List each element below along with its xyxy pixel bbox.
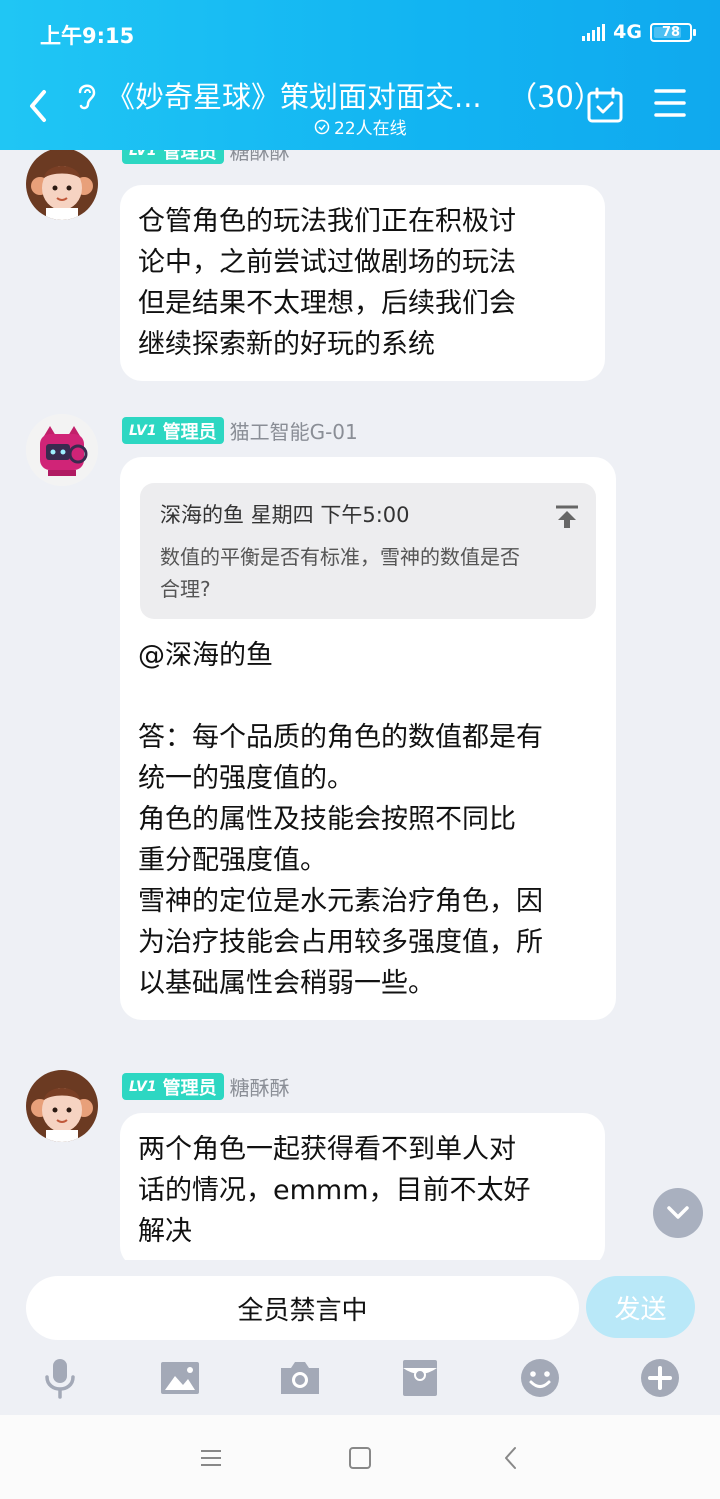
- quoted-message[interactable]: 深海的鱼 星期四 下午5:00 数值的平衡是否有标准，雪神的数值是否 合理?: [140, 483, 596, 619]
- send-button[interactable]: 发送: [586, 1276, 695, 1338]
- sender-name[interactable]: 糖酥酥: [230, 150, 290, 165]
- back-nav-icon[interactable]: [496, 1443, 526, 1473]
- status-icons: 4G 78: [582, 21, 696, 43]
- message-text: @深海的鱼 答：每个品质的角色的数值都是有 统一的强度值的。 角色的属性及技能会…: [138, 640, 543, 999]
- signal-icon: [582, 23, 606, 41]
- message-bubble[interactable]: 仓管角色的玩法我们正在积极讨 论中，之前尝试过做剧场的玩法 但是结果不太理想，后…: [120, 185, 605, 381]
- message-bubble[interactable]: 两个角色一起获得看不到单人对 话的情况，emmm，目前不太好 解决: [120, 1113, 605, 1260]
- battery-icon: 78: [650, 22, 696, 42]
- sender-name[interactable]: 糖酥酥: [230, 1072, 290, 1101]
- microphone-icon[interactable]: [38, 1356, 82, 1400]
- input-area: 全员禁言中 发送: [0, 1260, 720, 1415]
- chat-header: 上午9:15 4G 78 《妙奇星球》策划面对面交... （30） 22人在线: [0, 0, 720, 150]
- emoji-icon[interactable]: [518, 1356, 562, 1400]
- avatar[interactable]: [26, 150, 98, 220]
- quote-text: 数值的平衡是否有标准，雪神的数值是否 合理?: [160, 545, 520, 601]
- message-list[interactable]: LV1 管理员 糖酥酥 仓管角色的玩法我们正在积极讨 论中，之前尝试过做剧场的玩法…: [0, 150, 720, 1260]
- message-meta: LV1 管理员 猫工智能G-01: [122, 416, 358, 445]
- chevron-down-icon: [667, 1206, 689, 1219]
- quote-author: 深海的鱼: [160, 503, 244, 527]
- chat-title[interactable]: 《妙奇星球》策划面对面交...: [106, 74, 482, 116]
- menu-icon[interactable]: [654, 88, 686, 118]
- network-type: 4G: [613, 21, 642, 43]
- menu-nav-icon[interactable]: [196, 1443, 226, 1473]
- camera-icon[interactable]: [278, 1356, 322, 1400]
- message-bubble[interactable]: 深海的鱼 星期四 下午5:00 数值的平衡是否有标准，雪神的数值是否 合理? @…: [120, 457, 616, 1020]
- avatar[interactable]: [26, 414, 98, 486]
- jump-to-top-icon[interactable]: [554, 501, 580, 528]
- quote-time: 星期四 下午5:00: [250, 503, 410, 527]
- sender-name[interactable]: 猫工智能G-01: [230, 416, 358, 445]
- online-check-icon: [314, 119, 330, 134]
- battery-level: 78: [661, 24, 681, 40]
- status-time: 上午9:15: [40, 24, 135, 48]
- system-nav-bar: [0, 1415, 720, 1499]
- role-badge: LV1 管理员: [122, 150, 224, 164]
- online-count: 22人在线: [334, 119, 407, 139]
- home-nav-icon[interactable]: [345, 1443, 375, 1473]
- back-icon[interactable]: [24, 86, 54, 126]
- online-status: 22人在线: [314, 114, 407, 139]
- calendar-check-icon[interactable]: [586, 86, 624, 124]
- scroll-to-bottom-button[interactable]: [653, 1188, 703, 1238]
- message-text: 仓管角色的玩法我们正在积极讨 论中，之前尝试过做剧场的玩法 但是结果不太理想，后…: [138, 206, 516, 360]
- message-meta: LV1 管理员 糖酥酥: [122, 1072, 290, 1101]
- role-badge: LV1 管理员: [122, 1073, 224, 1100]
- muted-input-box: 全员禁言中: [26, 1276, 579, 1340]
- role-badge: LV1 管理员: [122, 417, 224, 444]
- quote-header: 深海的鱼 星期四 下午5:00: [160, 497, 578, 533]
- message-meta: LV1 管理员 糖酥酥: [122, 150, 290, 165]
- red-packet-icon[interactable]: [398, 1356, 442, 1400]
- avatar[interactable]: [26, 1070, 98, 1142]
- plus-icon[interactable]: [638, 1356, 682, 1400]
- image-icon[interactable]: [158, 1356, 202, 1400]
- ear-icon[interactable]: [74, 80, 100, 112]
- message-text: 两个角色一起获得看不到单人对 话的情况，emmm，目前不太好 解决: [138, 1134, 531, 1247]
